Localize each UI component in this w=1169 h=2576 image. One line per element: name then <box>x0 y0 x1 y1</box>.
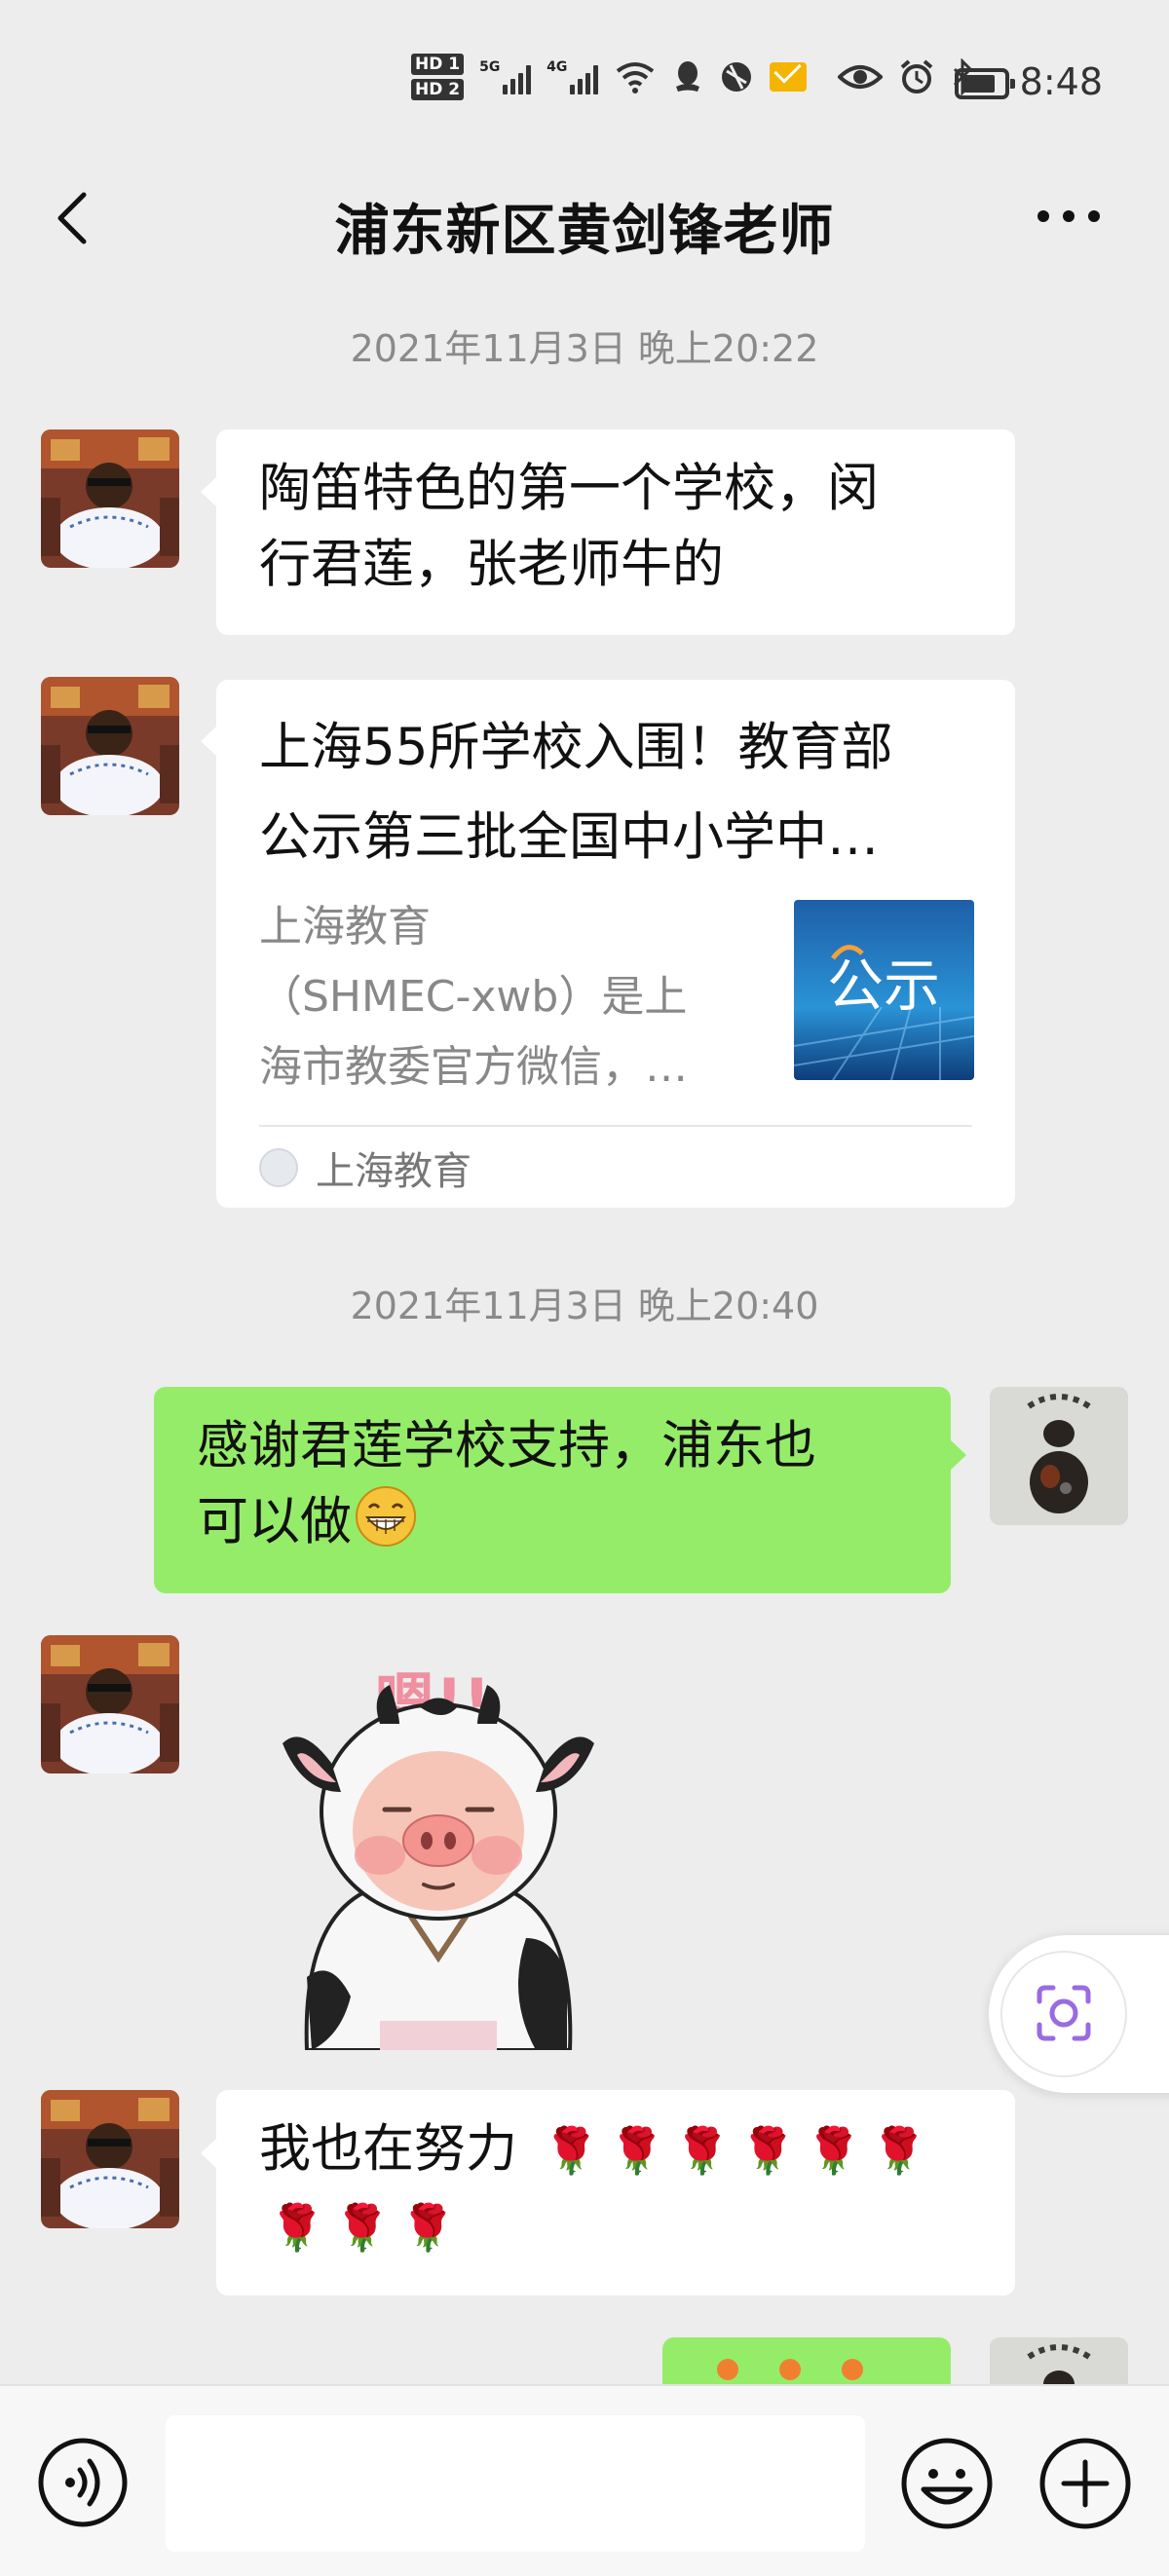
qq-icon <box>676 61 700 92</box>
status-icons: HD 1 HD 2 5G 4G <box>411 54 974 100</box>
link-card-description: 上海教育 （SHMEC-xwb）是上 海市教委官方微信，… <box>259 902 688 1092</box>
my-avatar-partial[interactable] <box>990 2337 1128 2384</box>
link-card-source: 上海教育 <box>259 1139 471 1196</box>
emoji-icon[interactable] <box>900 2437 994 2530</box>
rose-emoji-icon: 🌹 <box>269 2201 325 2254</box>
rose-emoji-icon: 🌹 <box>334 2201 391 2254</box>
source-icon <box>259 1148 298 1187</box>
wifi-icon <box>616 62 655 93</box>
my-message-bubble[interactable]: 感谢君莲学校支持，浦东也 可以做 <box>154 1387 951 1593</box>
signal-icon: 5G <box>479 59 532 94</box>
timestamp-2: 2021年11月3日 晚上20:40 <box>350 1285 819 1327</box>
mail-icon <box>770 62 808 92</box>
message-line: 我也在努力 🌹 🌹 🌹 🌹 🌹 🌹 <box>259 2119 927 2179</box>
eye-icon <box>838 65 884 89</box>
status-time: 8:48 <box>1019 60 1103 103</box>
source-name: 上海教育 <box>316 1149 471 1194</box>
voice-icon[interactable] <box>37 2437 129 2528</box>
rose-emoji-icon: 🌹 <box>739 2124 796 2177</box>
hd-icon: HD 1 HD 2 <box>411 54 465 100</box>
signal-icon-2: 4G <box>547 59 599 94</box>
contact-avatar[interactable] <box>41 1635 179 1773</box>
input-bar <box>0 2384 1169 2576</box>
rose-emoji-icon: 🌹 <box>399 2201 456 2254</box>
link-card-title: 上海55所学校入围！教育部 公示第三批全国中小学中… <box>259 718 893 867</box>
link-card[interactable]: 上海55所学校入围！教育部 公示第三批全国中小学中… 上海教育 （SHMEC-x… <box>216 680 1015 1208</box>
my-message-bubble-partial[interactable] <box>662 2337 951 2384</box>
message-bubble-1[interactable]: 陶笛特色的第一个学校，闵 行君莲，张老师牛的 <box>216 429 1015 635</box>
thumbnail-text: 公示 <box>827 952 940 1019</box>
alarm-icon <box>900 59 933 93</box>
plus-icon[interactable] <box>1038 2437 1132 2530</box>
battery-icon <box>955 68 1015 99</box>
rose-emoji-icon: 🌹 <box>543 2124 600 2177</box>
message-line: 🌹 🌹 🌹 <box>259 2188 972 2265</box>
message-bubble-3[interactable]: 我也在努力 🌹 🌹 🌹 🌹 🌹 🌹 🌹 🌹 🌹 <box>216 2090 1015 2296</box>
message-line: 行君莲，张老师牛的 <box>259 535 724 594</box>
scan-icon <box>1037 1985 1091 2041</box>
status-bar: HD 1 HD 2 5G 4G 8:48 <box>0 0 1169 166</box>
grin-emoji-icon <box>356 1486 416 1547</box>
hd1-label: HD 1 <box>411 54 465 75</box>
rose-emoji-icon: 🌹 <box>805 2124 862 2177</box>
contact-avatar[interactable] <box>41 677 179 815</box>
hd2-label: HD 2 <box>411 79 465 100</box>
contact-avatar[interactable] <box>41 2090 179 2228</box>
contact-avatar[interactable] <box>41 429 179 568</box>
message-line: 感谢君莲学校支持，浦东也 <box>197 1416 816 1475</box>
message-line: 陶笛特色的第一个学校，闵 <box>259 459 879 518</box>
my-avatar[interactable] <box>990 1387 1128 1525</box>
more-icon[interactable] <box>1037 205 1106 228</box>
browser-icon <box>722 62 752 92</box>
chat-title: 浦东新区黄剑锋老师 <box>334 200 835 263</box>
net1-label: 5G <box>479 59 501 75</box>
chat-header: 浦东新区黄剑锋老师 <box>0 166 1169 273</box>
sticker-pig-cow[interactable]: 嗯!! <box>263 1646 614 2052</box>
link-card-thumbnail: 公示 <box>794 900 974 1080</box>
rose-emoji-icon: 🌹 <box>674 2124 731 2177</box>
scan-floating-button[interactable] <box>989 1935 1169 2093</box>
message-line: 可以做 <box>197 1484 908 1560</box>
rose-emoji-icon: 🌹 <box>871 2124 927 2177</box>
net2-label: 4G <box>547 59 568 75</box>
timestamp-1: 2021年11月3日 晚上20:22 <box>350 327 819 370</box>
rose-emoji-icon: 🌹 <box>609 2124 665 2177</box>
message-input[interactable] <box>166 2415 865 2552</box>
